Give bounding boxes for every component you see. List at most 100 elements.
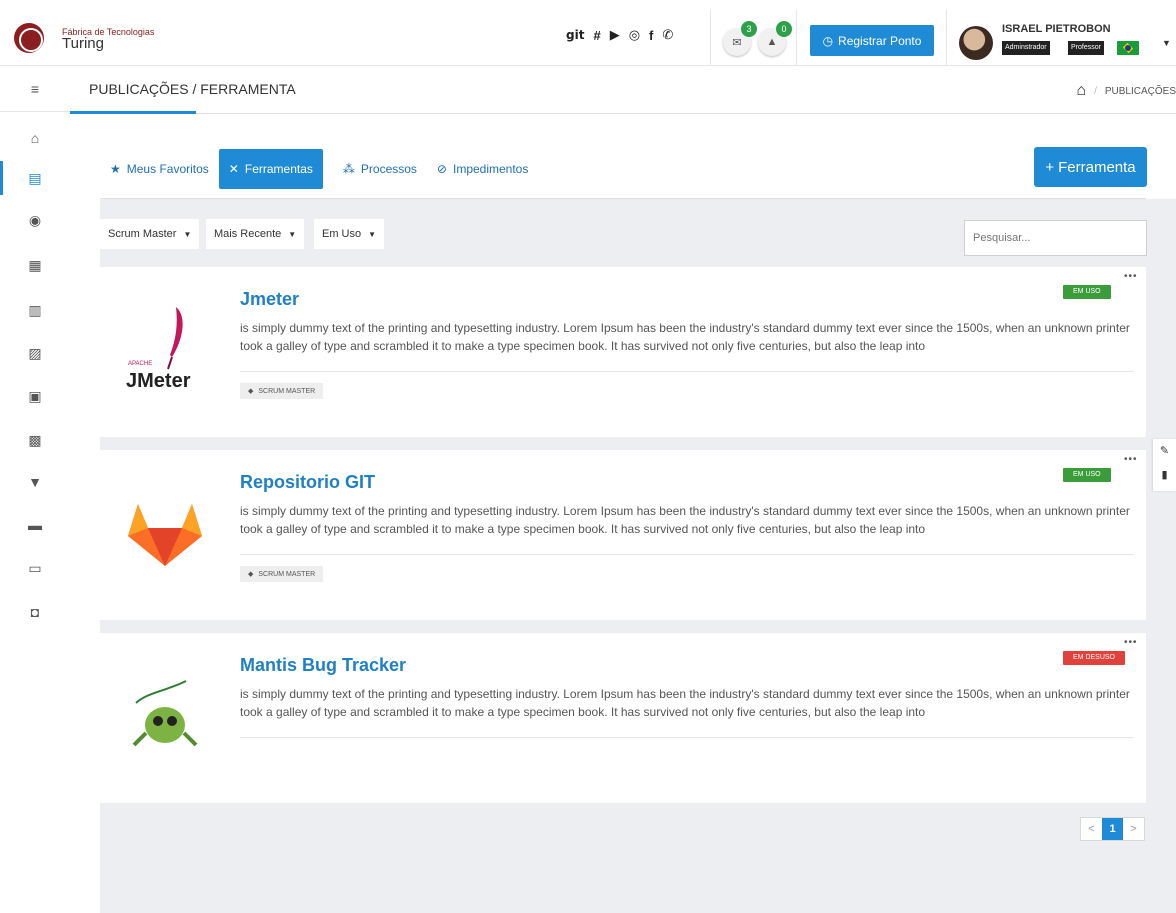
tool-card-mantis[interactable]: Mantis Bug Tracker is simply dummy text …: [100, 633, 1146, 803]
sidebar-item-server-icon[interactable]: ▬: [26, 516, 44, 534]
filter-label: Scrum Master: [108, 228, 177, 240]
sidebar-item-document-icon[interactable]: ▦: [26, 256, 44, 274]
notifications-button[interactable]: ▲ 0: [758, 21, 792, 56]
status-badge: EM USO: [1063, 285, 1111, 299]
more-options-icon[interactable]: •••: [1124, 637, 1138, 648]
filter-label: Em Uso: [322, 228, 362, 240]
registrar-ponto-label: Registrar Ponto: [838, 33, 922, 48]
envelope-icon: ✉: [732, 36, 742, 49]
add-ferramenta-label: Ferramenta: [1058, 158, 1136, 176]
facebook-icon[interactable]: f: [649, 28, 653, 43]
card-divider: [240, 737, 1134, 738]
page-title: PUBLICAÇÕES / FERRAMENTA: [89, 81, 296, 97]
tab-impedimentos[interactable]: ⊘ Impedimentos: [427, 149, 538, 189]
pagination-next[interactable]: >: [1123, 818, 1144, 840]
tool-title[interactable]: Mantis Bug Tracker: [240, 655, 406, 676]
tab-label: Meus Favoritos: [126, 162, 209, 176]
jmeter-logo: APACHE JMeter: [116, 287, 214, 407]
filter-mais-recente[interactable]: Mais Recente ▼: [206, 219, 305, 249]
filter-em-uso[interactable]: Em Uso ▼: [314, 219, 385, 249]
chevron-down-icon: ▼: [288, 229, 297, 239]
tag-chip[interactable]: ◆ SCRUM MASTER: [240, 383, 324, 399]
tool-card-jmeter[interactable]: APACHE JMeter Jmeter is simply dummy tex…: [100, 267, 1146, 437]
status-badge: EM USO: [1063, 468, 1111, 482]
more-options-icon[interactable]: •••: [1124, 454, 1138, 465]
trash-icon[interactable]: ▮: [1153, 463, 1176, 487]
top-header: Fábrica de Tecnologias Turing git # ▶ ◎ …: [0, 10, 1176, 66]
header-divider: [946, 10, 947, 66]
tab-label: Processos: [360, 162, 417, 176]
role-badge-admin: Adminstrador: [1002, 41, 1050, 55]
jmeter-logo-text: JMeter: [126, 370, 191, 392]
add-ferramenta-button[interactable]: + Ferramenta: [1034, 147, 1147, 187]
status-badge: EM DESUSO: [1063, 651, 1126, 665]
role-badge-professor: Professor: [1068, 41, 1104, 55]
youtube-icon[interactable]: ▶: [610, 27, 620, 43]
header-divider: [710, 10, 711, 66]
filter-scrum-master[interactable]: Scrum Master ▼: [100, 219, 200, 249]
instagram-icon[interactable]: ◎: [629, 27, 640, 43]
breadcrumb-trail: ⌂ / PUBLICAÇÕES: [1076, 82, 1176, 100]
chevron-down-icon[interactable]: ▼: [1162, 38, 1171, 48]
sidebar-item-calendar-x-icon[interactable]: ▩: [26, 431, 44, 449]
tab-processos[interactable]: ⁂ Processos: [333, 149, 427, 189]
main-content: ★ Meus Favoritos ✕ Ferramentas ⁂ Process…: [70, 114, 1176, 913]
sidebar-item-user-icon[interactable]: ◉: [26, 211, 44, 229]
sidebar: ≡ ⌂ ▤ ◉ ▦ ▥ ▨ ▣ ▩ ▼ ▬ ▭ ◘: [0, 66, 70, 913]
pagination-page[interactable]: 1: [1102, 818, 1123, 840]
sidebar-active-indicator: [0, 161, 3, 195]
tab-bar: ★ Meus Favoritos ✕ Ferramentas ⁂ Process…: [100, 149, 538, 189]
brazil-flag-icon[interactable]: [1117, 41, 1139, 55]
card-divider: [240, 371, 1134, 372]
home-icon[interactable]: ⌂: [1076, 82, 1086, 100]
sidebar-item-publications-icon[interactable]: ▤: [26, 169, 44, 187]
sidebar-item-home-icon[interactable]: ⌂: [26, 129, 44, 147]
card-actions-panel: ✎ ▮: [1153, 439, 1176, 491]
tab-ferramentas[interactable]: ✕ Ferramentas: [218, 149, 323, 189]
star-icon: ★: [110, 162, 121, 176]
registrar-ponto-button[interactable]: ◷ Registrar Ponto: [810, 25, 934, 56]
tag-icon: ◆: [248, 388, 254, 395]
tag-chip[interactable]: ◆ SCRUM MASTER: [240, 566, 324, 582]
tools-icon: ✕: [228, 162, 239, 176]
git-icon[interactable]: git: [566, 28, 584, 42]
plus-icon: +: [1045, 158, 1055, 176]
turing-logo-icon[interactable]: [14, 23, 44, 53]
sidebar-item-report-icon[interactable]: ▨: [26, 344, 44, 362]
slack-icon[interactable]: #: [593, 28, 600, 43]
breadcrumb-current[interactable]: PUBLICAÇÕES: [1105, 86, 1176, 97]
sidebar-menu-row: ≡: [0, 66, 70, 112]
pagination: < 1 >: [1080, 817, 1145, 841]
chevron-down-icon: ▼: [183, 229, 192, 239]
sidebar-item-briefcase-icon[interactable]: ◘: [26, 603, 44, 621]
tab-meus-favoritos[interactable]: ★ Meus Favoritos: [100, 149, 219, 189]
tool-description: is simply dummy text of the printing and…: [240, 504, 1130, 536]
card-divider: [240, 554, 1134, 555]
social-links: git # ▶ ◎ f ✆: [566, 27, 673, 43]
avatar[interactable]: [959, 26, 993, 60]
sidebar-item-clipboard-icon[interactable]: ▣: [26, 387, 44, 405]
pencil-icon[interactable]: ✎: [1153, 439, 1176, 463]
search-input[interactable]: [964, 220, 1147, 256]
breadcrumb-separator: /: [1094, 85, 1097, 97]
hamburger-menu-icon[interactable]: ≡: [26, 80, 44, 98]
filter-label: Mais Recente: [214, 228, 282, 240]
messages-button[interactable]: ✉ 3: [723, 21, 757, 56]
notifications-count-badge: 0: [776, 21, 792, 37]
logo-title: Turing: [62, 35, 104, 52]
sidebar-item-thumbs-down-icon[interactable]: ▼: [26, 473, 44, 491]
jmeter-logo-small-text: APACHE: [128, 361, 152, 367]
pagination-prev[interactable]: <: [1081, 818, 1102, 840]
tool-title[interactable]: Jmeter: [240, 289, 299, 310]
mantis-logo: [116, 653, 214, 773]
whatsapp-icon[interactable]: ✆: [662, 27, 673, 43]
clock-icon: ◷: [822, 33, 834, 48]
sidebar-item-drive-icon[interactable]: ▭: [26, 559, 44, 577]
tool-card-git[interactable]: Repositorio GIT is simply dummy text of …: [100, 450, 1146, 620]
tool-description: is simply dummy text of the printing and…: [240, 687, 1130, 719]
more-options-icon[interactable]: •••: [1124, 271, 1138, 282]
tool-title[interactable]: Repositorio GIT: [240, 472, 375, 493]
sidebar-item-calendar-icon[interactable]: ▥: [26, 301, 44, 319]
chevron-down-icon: ▼: [368, 229, 377, 239]
process-icon: ⁂: [342, 162, 355, 176]
